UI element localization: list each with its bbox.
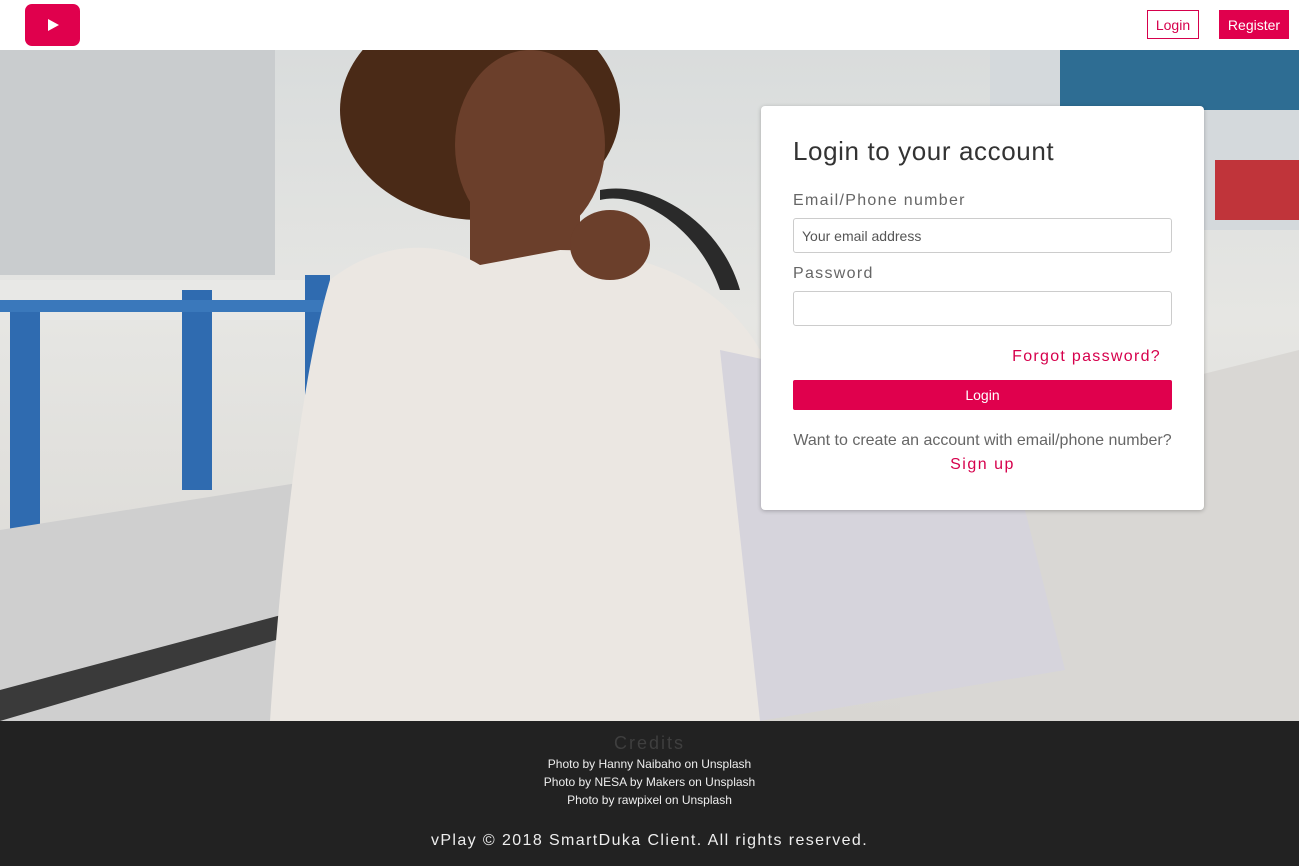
play-icon [47, 19, 59, 31]
login-card: Login to your account Email/Phone number… [761, 106, 1204, 510]
email-field[interactable] [793, 218, 1172, 253]
signup-prompt-text: Want to create an account with email/pho… [793, 432, 1172, 449]
copyright-text: vPlay © 2018 SmartDuka Client. All right… [430, 832, 869, 849]
forgot-password-link[interactable]: Forgot password? [1012, 348, 1161, 366]
top-navbar: Login Register [0, 0, 1299, 50]
nav-register-button[interactable]: Register [1219, 10, 1289, 39]
login-title: Login to your account [793, 136, 1055, 166]
signup-link[interactable]: Sign up [793, 456, 1172, 474]
login-submit-button[interactable]: Login [793, 380, 1172, 410]
credit-line: Photo by rawpixel on Unsplash [567, 793, 732, 807]
email-label: Email/Phone number [793, 192, 966, 209]
footer: Credits Photo by Hanny Naibaho on Unspla… [0, 721, 1299, 866]
credit-line: Photo by NESA by Makers on Unsplash [543, 775, 756, 789]
credits-title: Credits [613, 733, 685, 753]
credit-line: Photo by Hanny Naibaho on Unsplash [547, 757, 752, 771]
password-field[interactable] [793, 291, 1172, 326]
app-logo-button[interactable] [25, 4, 80, 46]
password-label: Password [793, 265, 874, 282]
nav-login-button[interactable]: Login [1147, 10, 1199, 39]
